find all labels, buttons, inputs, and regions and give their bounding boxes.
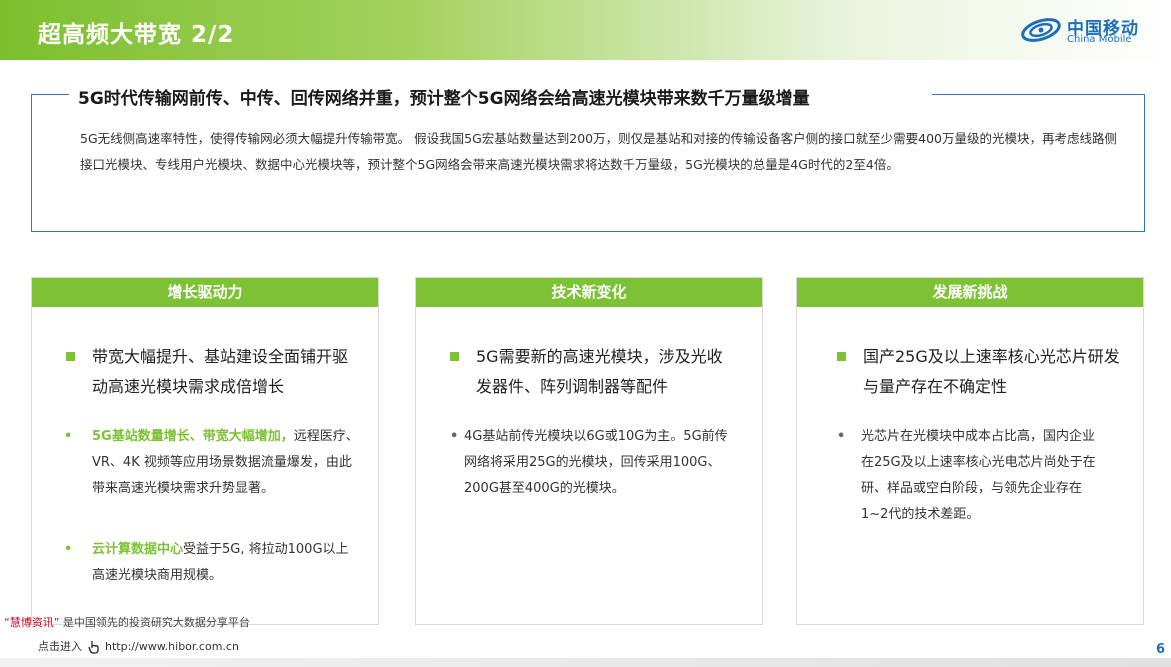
page-number: 6 (1156, 642, 1166, 657)
bullet-dot-icon: • (64, 429, 73, 444)
footer-url[interactable]: http://www.hibor.com.cn (105, 640, 239, 653)
card-title: 发展新挑战 (797, 278, 1143, 307)
green-square-bullet-icon (66, 352, 75, 361)
summary-body: 5G无线侧高速率特性，使得传输网必须大幅提升传输带宽。 假设我国5G宏基站数量达… (80, 131, 1117, 172)
card-main-point: 5G需要新的高速光模块，涉及光收发器件、阵列调制器等配件 (446, 342, 736, 402)
card-sub-point: • 5G基站数量增长、带宽大幅增加，远程医疗、VR、4K 视频等应用场景数据流量… (60, 424, 360, 502)
card-title: 增长驱动力 (32, 278, 378, 307)
china-mobile-logo-icon (1021, 18, 1061, 42)
card-tech-changes: 技术新变化 5G需要新的高速光模块，涉及光收发器件、阵列调制器等配件 • 4G基… (415, 277, 763, 625)
card-sub-point: • 4G基站前传光模块以6G或10G为主。5G前传网络将采用25G的光模块，回传… (446, 424, 736, 502)
china-mobile-logo: 中国移动 China Mobile (1020, 12, 1150, 50)
bullet-dot-icon: • (450, 429, 459, 444)
card-sub-point: • 光芯片在光模块中成本占比高，国内企业在25G及以上速率核心光电芯片尚处于在研… (833, 424, 1103, 528)
footer-brand: “慧博资讯” (4, 616, 60, 629)
summary-border-right (932, 94, 1145, 95)
footer-link[interactable]: 点击进入 http://www.hibor.com.cn (38, 638, 239, 654)
summary-title: 5G时代传输网前传、中传、回传网络并重，预计整个5G网络会给高速光模块带来数千万… (78, 84, 810, 109)
card-growth-drivers: 增长驱动力 带宽大幅提升、基站建设全面铺开驱动高速光模块需求成倍增长 • 5G基… (31, 277, 379, 625)
pointing-hand-icon (87, 641, 99, 654)
bottom-bar (0, 658, 1171, 667)
green-square-bullet-icon (837, 352, 846, 361)
card-main-point: 国产25G及以上速率核心光芯片研发与量产存在不确定性 (833, 342, 1123, 402)
page-title: 超高频大带宽 2/2 (38, 22, 235, 48)
green-square-bullet-icon (450, 352, 459, 361)
card-new-challenges: 发展新挑战 国产25G及以上速率核心光芯片研发与量产存在不确定性 • 光芯片在光… (796, 277, 1144, 625)
header-bar: 超高频大带宽 2/2 中国移动 China Mobile (0, 0, 1171, 60)
bullet-dot-icon: • (64, 542, 73, 557)
logo-text-en: China Mobile (1067, 34, 1132, 45)
card-title: 技术新变化 (416, 278, 762, 307)
footer-note: “慧博资讯” 是中国领先的投资研究大数据分享平台 (4, 616, 250, 629)
card-sub-point: • 云计算数据中心受益于5G, 将拉动100G以上高速光模块商用规模。 (60, 537, 360, 589)
summary-border-left (31, 94, 69, 95)
bullet-dot-icon: • (837, 429, 846, 444)
card-main-point: 带宽大幅提升、基站建设全面铺开驱动高速光模块需求成倍增长 (62, 342, 362, 402)
